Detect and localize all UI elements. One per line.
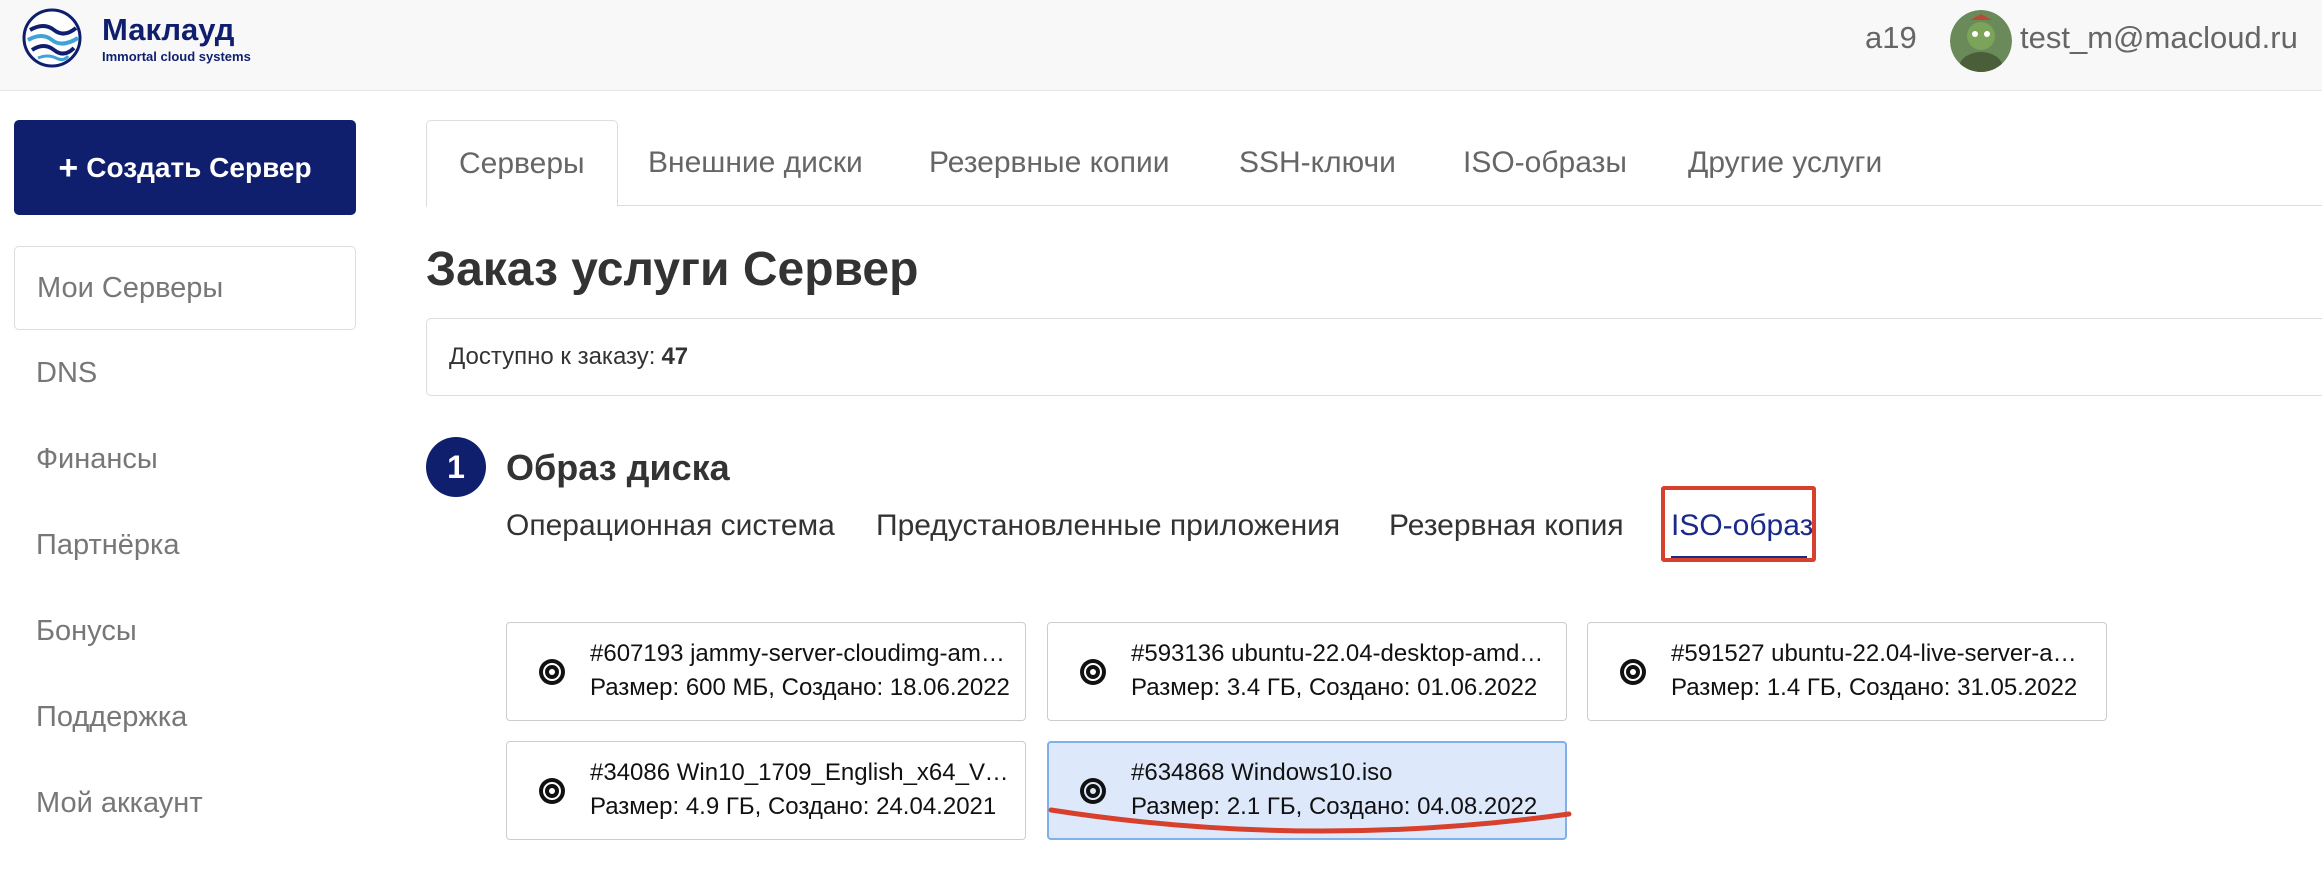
iso-meta: Размер: 600 МБ, Создано: 18.06.2022	[590, 674, 1010, 701]
sidebar-item-label: Мой аккаунт	[36, 786, 203, 819]
annotation-underline-curve	[1048, 807, 1572, 834]
tab-iso-images[interactable]: ISO-образы	[1463, 120, 1627, 206]
sidebar-item-bonuses[interactable]: Бонусы	[14, 589, 356, 673]
iso-title: #593136 ubuntu-22.04-desktop-amd64.iso	[1131, 640, 1551, 667]
user-email[interactable]: test_m@macloud.ru	[2020, 20, 2298, 56]
subtab-os[interactable]: Операционная система	[506, 509, 835, 543]
tab-other-services[interactable]: Другие услуги	[1688, 120, 1882, 206]
top-header: Маклауд Immortal cloud systems a19 test_…	[0, 0, 2322, 91]
logo[interactable]: Маклауд Immortal cloud systems	[22, 8, 251, 68]
availability-box: Доступно к заказу: 47	[426, 318, 2322, 396]
disc-icon	[539, 778, 565, 804]
sidebar-item-support[interactable]: Поддержка	[14, 675, 356, 759]
availability-label: Доступно к заказу:	[449, 343, 656, 370]
sidebar-item-label: Поддержка	[36, 700, 188, 733]
page-title: Заказ услуги Сервер	[426, 243, 919, 296]
user-avatar-icon	[1950, 10, 2012, 72]
logo-tagline: Immortal cloud systems	[102, 48, 251, 64]
iso-card[interactable]: #593136 ubuntu-22.04-desktop-amd64.iso Р…	[1047, 622, 1567, 721]
iso-card[interactable]: #607193 jammy-server-cloudimg-amd64.iso …	[506, 622, 1026, 721]
disc-icon	[1080, 659, 1106, 685]
logo-name: Маклауд	[102, 11, 235, 47]
subtab-preinstalled-apps[interactable]: Предустановленные приложения	[876, 509, 1340, 543]
annotation-highlight-box	[1661, 486, 1816, 562]
disc-icon	[539, 659, 565, 685]
iso-title: #634868 Windows10.iso	[1131, 759, 1393, 786]
tab-servers[interactable]: Серверы	[426, 120, 618, 207]
sidebar-item-dns[interactable]: DNS	[14, 331, 356, 415]
iso-title: #607193 jammy-server-cloudimg-amd64.iso	[590, 640, 1010, 667]
iso-meta: Размер: 1.4 ГБ, Создано: 31.05.2022	[1671, 674, 2078, 701]
sidebar-item-label: DNS	[36, 356, 98, 389]
sidebar-item-my-servers[interactable]: Мои Серверы	[14, 246, 356, 330]
iso-card[interactable]: #591527 ubuntu-22.04-live-server-amd64.i…	[1587, 622, 2107, 721]
sidebar-item-label: Партнёрка	[36, 528, 180, 561]
tab-ssh-keys[interactable]: SSH-ключи	[1239, 120, 1396, 206]
subtab-backup[interactable]: Резервная копия	[1389, 509, 1624, 543]
create-server-button[interactable]: + Создать Сервер	[14, 120, 356, 215]
plus-icon: +	[58, 148, 79, 187]
sidebar-item-my-account[interactable]: Мой аккаунт	[14, 761, 356, 845]
tab-backups[interactable]: Резервные копии	[929, 120, 1170, 206]
sidebar-item-finance[interactable]: Финансы	[14, 417, 356, 501]
disc-icon	[1620, 659, 1646, 685]
iso-meta: Размер: 3.4 ГБ, Создано: 01.06.2022	[1131, 674, 1538, 701]
account-id[interactable]: a19	[1865, 20, 1917, 56]
avatar[interactable]	[1950, 10, 2012, 72]
service-tabs: Серверы Внешние диски Резервные копии SS…	[426, 120, 2322, 207]
step-number-badge: 1	[426, 437, 486, 497]
iso-title: #34086 Win10_1709_English_x64_Virtio.iso	[590, 759, 1010, 786]
sidebar-item-label: Финансы	[36, 442, 158, 475]
availability-count: 47	[661, 343, 689, 370]
iso-title: #591527 ubuntu-22.04-live-server-amd64.i…	[1671, 640, 2091, 667]
iso-meta: Размер: 4.9 ГБ, Создано: 24.04.2021	[590, 793, 997, 820]
create-server-label: Создать Сервер	[86, 151, 312, 183]
step-title: Образ диска	[506, 447, 730, 488]
sidebar-item-partners[interactable]: Партнёрка	[14, 503, 356, 587]
tab-external-disks[interactable]: Внешние диски	[648, 120, 863, 206]
sidebar-item-label: Мои Серверы	[37, 271, 224, 304]
iso-card[interactable]: #34086 Win10_1709_English_x64_Virtio.iso…	[506, 741, 1026, 840]
logo-icon	[22, 8, 82, 68]
sidebar-item-label: Бонусы	[36, 614, 137, 647]
